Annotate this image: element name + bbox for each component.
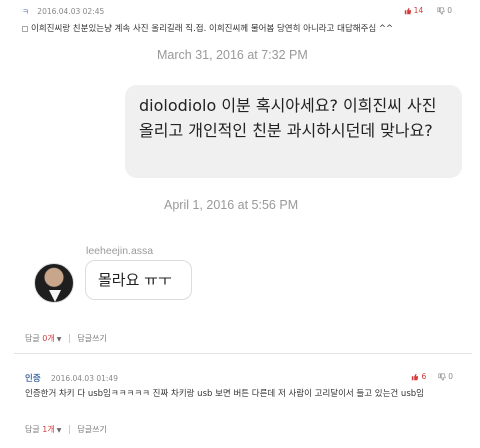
recommend-group: 14 0 — [404, 6, 452, 15]
chat-timestamp: March 31, 2016 at 7:32 PM — [157, 48, 308, 62]
comment-divider — [14, 353, 472, 354]
write-reply-button[interactable]: 답글쓰기 — [77, 424, 106, 435]
top-comment-body: 이희진씨랑 친분있는냥 계속 사진 올리길래 직.접. 이희진씨께 물어봄 당연… — [22, 22, 472, 34]
divider — [69, 425, 71, 434]
reply-toggle[interactable]: 답글 0개 ▼ — [25, 333, 61, 344]
thumbs-down-icon — [438, 372, 446, 381]
thumbs-up-icon — [412, 373, 419, 380]
like-count: 14 — [413, 6, 424, 15]
dislike-count: 0 — [448, 372, 453, 381]
like-button[interactable]: 6 — [411, 372, 426, 381]
divider — [69, 334, 71, 343]
recommend-group: 6 0 — [411, 372, 453, 381]
top-comment-header: ㅋ 2016.04.03 02:45 14 0 — [22, 6, 472, 20]
chevron-down-icon: ▼ — [56, 336, 62, 343]
sender-name: leeheejin.assa — [86, 245, 154, 257]
reply-bar: 답글 1개 ▼ 답글쓰기 — [25, 424, 107, 435]
comment-author[interactable]: ㅋ — [22, 7, 29, 16]
reply-count: 0개 — [42, 334, 55, 343]
comment-date: 2016.04.03 01:49 — [51, 374, 118, 383]
dislike-button[interactable]: 0 — [438, 372, 453, 381]
thumbs-up-icon — [404, 7, 411, 14]
comment-header: 인증 2016.04.03 01:49 6 0 — [25, 372, 473, 386]
like-button[interactable]: 14 — [404, 6, 424, 15]
image-attachment-icon — [22, 25, 28, 32]
incoming-message-bubble: 몰라요 ㅠㅜ — [85, 260, 192, 300]
reply-count: 1개 — [42, 425, 55, 434]
reply-bar: 답글 0개 ▼ 답글쓰기 — [25, 333, 107, 344]
chat-timestamp: April 1, 2016 at 5:56 PM — [164, 198, 299, 212]
reply-toggle[interactable]: 답글 1개 ▼ — [25, 424, 61, 435]
comment-date: 2016.04.03 02:45 — [37, 7, 105, 16]
outgoing-message-bubble: diolodiolo 이분 혹시아세요? 이희진씨 사진 올리고 개인적인 친분… — [125, 85, 462, 178]
comment-author[interactable]: 인증 — [25, 374, 41, 384]
chevron-down-icon: ▼ — [56, 427, 62, 434]
thumbs-down-icon — [437, 6, 445, 15]
like-count: 6 — [421, 372, 427, 381]
write-reply-button[interactable]: 답글쓰기 — [77, 333, 106, 344]
comment-body: 인증한거 차키 다 usb임ㅋㅋㅋㅋㅋ 진짜 차키랑 usb 보면 버튼 다른데… — [25, 389, 424, 399]
dislike-count: 0 — [447, 6, 452, 15]
dislike-button[interactable]: 0 — [437, 6, 452, 15]
top-comment-text: 이희진씨랑 친분있는냥 계속 사진 올리길래 직.접. 이희진씨께 물어봄 당연… — [31, 24, 394, 34]
avatar — [34, 263, 74, 303]
